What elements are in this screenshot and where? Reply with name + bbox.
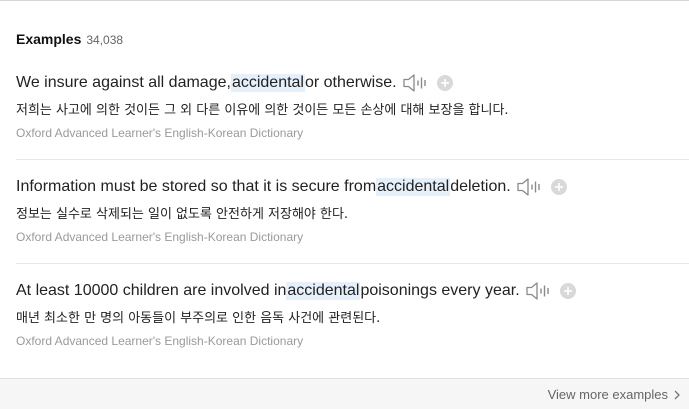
sentence-text-before: We insure against all damage, <box>16 74 231 91</box>
example-divider <box>16 159 689 160</box>
example-divider <box>16 263 689 264</box>
chevron-right-icon <box>674 390 680 399</box>
example-translation: 매년 최소한 만 명의 아동들이 부주의로 인한 음독 사건에 관련된다. <box>16 311 381 326</box>
view-more-examples-link[interactable]: View more examples <box>548 387 681 402</box>
sentence-text-after: deletion. <box>450 178 511 195</box>
keyword-highlight[interactable]: accidental <box>376 178 451 196</box>
sentence-text-before: Information must be stored so that it is… <box>16 178 377 195</box>
example-sentence: We insure against all damage, accidental… <box>16 72 453 94</box>
add-to-wordbook-icon[interactable] <box>436 75 453 91</box>
example-translation: 정보는 실수로 삭제되는 일이 없도록 안전하게 저장해야 한다. <box>16 207 349 222</box>
speaker-icon[interactable] <box>402 73 429 93</box>
add-to-wordbook-icon[interactable] <box>550 179 567 195</box>
example-sentence: At least 10000 children are involved in … <box>16 280 576 302</box>
example-translation: 저희는 사고에 의한 것이든 그 외 다른 이유에 의한 것이든 모든 손상에 … <box>16 103 509 118</box>
examples-header: Examples 34,038 <box>16 31 123 49</box>
speaker-icon[interactable] <box>517 177 543 197</box>
speaker-icon[interactable] <box>525 281 552 301</box>
top-border <box>0 0 689 1</box>
keyword-highlight[interactable]: accidental <box>286 282 361 300</box>
example-source[interactable]: Oxford Advanced Learner's English-Korean… <box>16 334 303 348</box>
examples-count: 34,038 <box>86 33 124 47</box>
examples-footer: View more examples <box>0 378 689 409</box>
sentence-text-before: At least 10000 children are involved in <box>16 282 287 299</box>
keyword-highlight[interactable]: accidental <box>230 74 305 92</box>
sentence-text-after: poisonings every year. <box>360 282 520 299</box>
examples-title: Examples <box>16 31 82 47</box>
example-source[interactable]: Oxford Advanced Learner's English-Korean… <box>16 230 303 244</box>
sentence-text-after: or otherwise. <box>304 74 397 91</box>
example-sentence: Information must be stored so that it is… <box>16 176 567 198</box>
example-source[interactable]: Oxford Advanced Learner's English-Korean… <box>16 126 303 140</box>
view-more-label: View more examples <box>547 387 668 402</box>
add-to-wordbook-icon[interactable] <box>559 283 576 299</box>
